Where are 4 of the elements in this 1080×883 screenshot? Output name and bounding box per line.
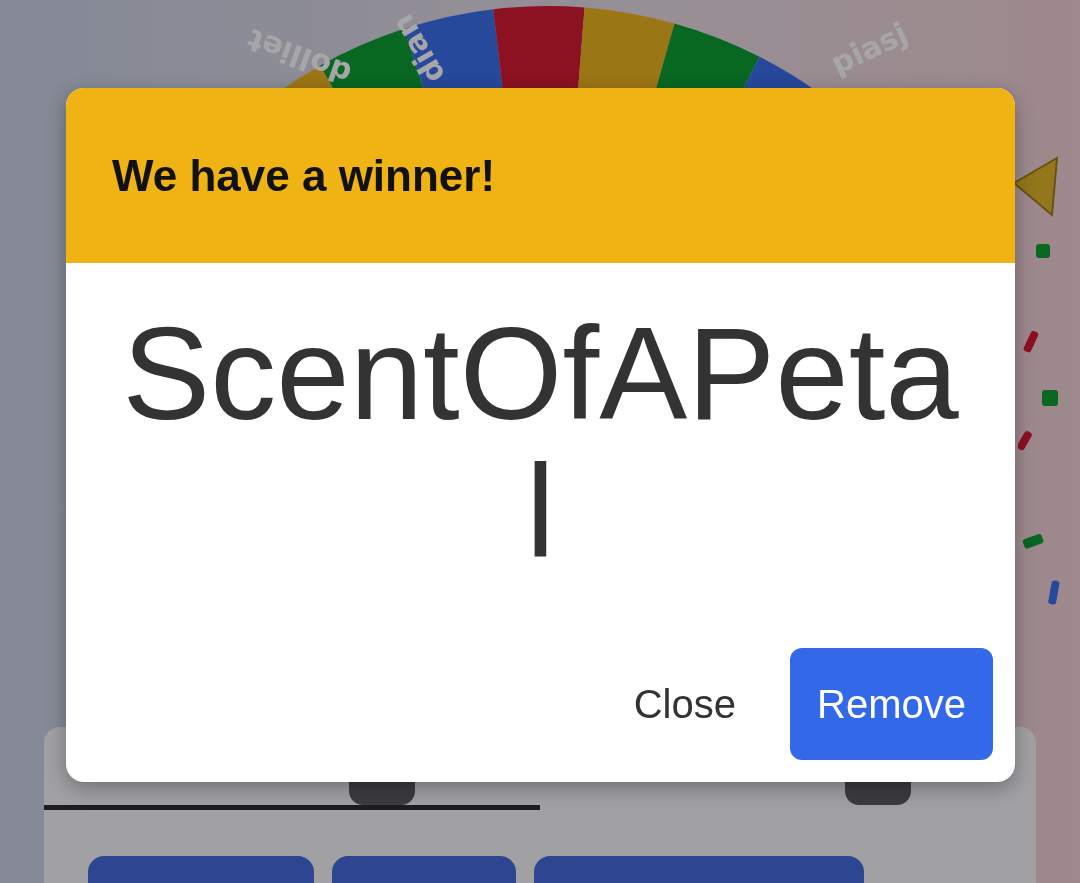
winner-name: ScentOfAPetal [121, 305, 960, 581]
remove-button[interactable]: Remove [790, 648, 993, 760]
dialog-title: We have a winner! [112, 150, 496, 201]
close-button[interactable]: Close [609, 648, 760, 760]
